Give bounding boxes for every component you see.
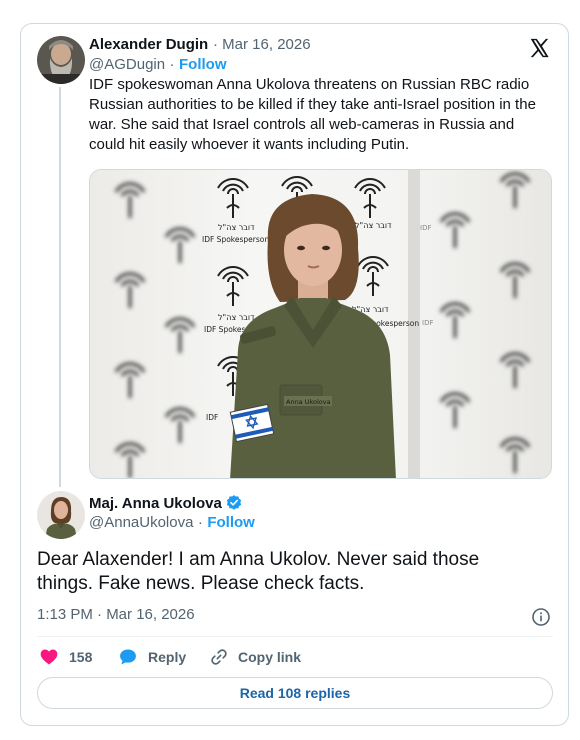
backdrop-short-caption: IDF [422, 319, 433, 327]
copy-link-button[interactable]: Copy link [209, 646, 301, 668]
like-count: 158 [69, 649, 93, 665]
x-logo-icon[interactable] [528, 37, 550, 59]
reply-author-handle[interactable]: @AnnaUkolova [89, 514, 193, 531]
backdrop-short-caption: IDF [206, 413, 218, 422]
uniform-name-tag: Anna Ukolova [286, 398, 331, 406]
handle-separator: · [197, 514, 203, 531]
reply-handle-row: @AnnaUkolova · Follow [89, 514, 255, 532]
thread-connector-line [59, 87, 61, 487]
reply-timestamp[interactable]: 1:13 PM · Mar 16, 2026 [37, 606, 195, 623]
tweet-date[interactable]: Mar 16, 2026 [222, 36, 310, 53]
tweet-meta: · Mar 16, 2026 [213, 36, 311, 53]
reply-author-name[interactable]: Maj. Anna Ukolova [89, 495, 222, 512]
backdrop-hebrew-caption: דובר צה"ל [218, 223, 255, 232]
read-replies-button[interactable]: Read 108 replies [37, 677, 553, 709]
like-button[interactable]: 158 [39, 646, 92, 668]
tweet-media-photo[interactable]: דובר צה"ל IDF Spokesperson דובר צה"ל IDF… [89, 169, 552, 479]
backdrop-short-caption: IDF [420, 224, 431, 232]
verified-badge-icon [225, 494, 243, 512]
author-handle-row: @AGDugin · Follow [89, 56, 227, 74]
reply-label: Reply [148, 649, 187, 665]
reply-button[interactable]: Reply [118, 646, 186, 668]
follow-reply-author-button[interactable]: Follow [207, 514, 255, 531]
reply-author-avatar[interactable] [37, 491, 85, 539]
reply-text: Dear Alaxender! I am Anna Ukolov. Never … [37, 549, 480, 594]
author-avatar[interactable] [37, 36, 85, 84]
backdrop-english-caption: IDF Spokesperson [202, 235, 269, 244]
author-handle[interactable]: @AGDugin [89, 56, 165, 73]
backdrop-hebrew-caption: דובר צה"ל [355, 221, 392, 230]
tweet-text: IDF spokeswoman Anna Ukolova threatens o… [89, 76, 536, 153]
info-icon[interactable] [531, 607, 551, 627]
reply-author-row: Maj. Anna Ukolova [89, 494, 243, 512]
copy-link-label: Copy link [238, 649, 302, 665]
handle-separator: · [169, 56, 175, 73]
speech-bubble-icon [118, 647, 138, 667]
divider [37, 636, 553, 637]
backdrop-hebrew-caption: דובר צה"ל [218, 313, 255, 322]
follow-author-button[interactable]: Follow [179, 56, 227, 73]
link-icon [209, 647, 229, 667]
heart-icon [39, 647, 59, 667]
media-photo-graphic: דובר צה"ל IDF Spokesperson דובר צה"ל IDF… [90, 170, 551, 478]
author-name[interactable]: Alexander Dugin [89, 36, 208, 53]
meta-separator: · [213, 36, 218, 53]
